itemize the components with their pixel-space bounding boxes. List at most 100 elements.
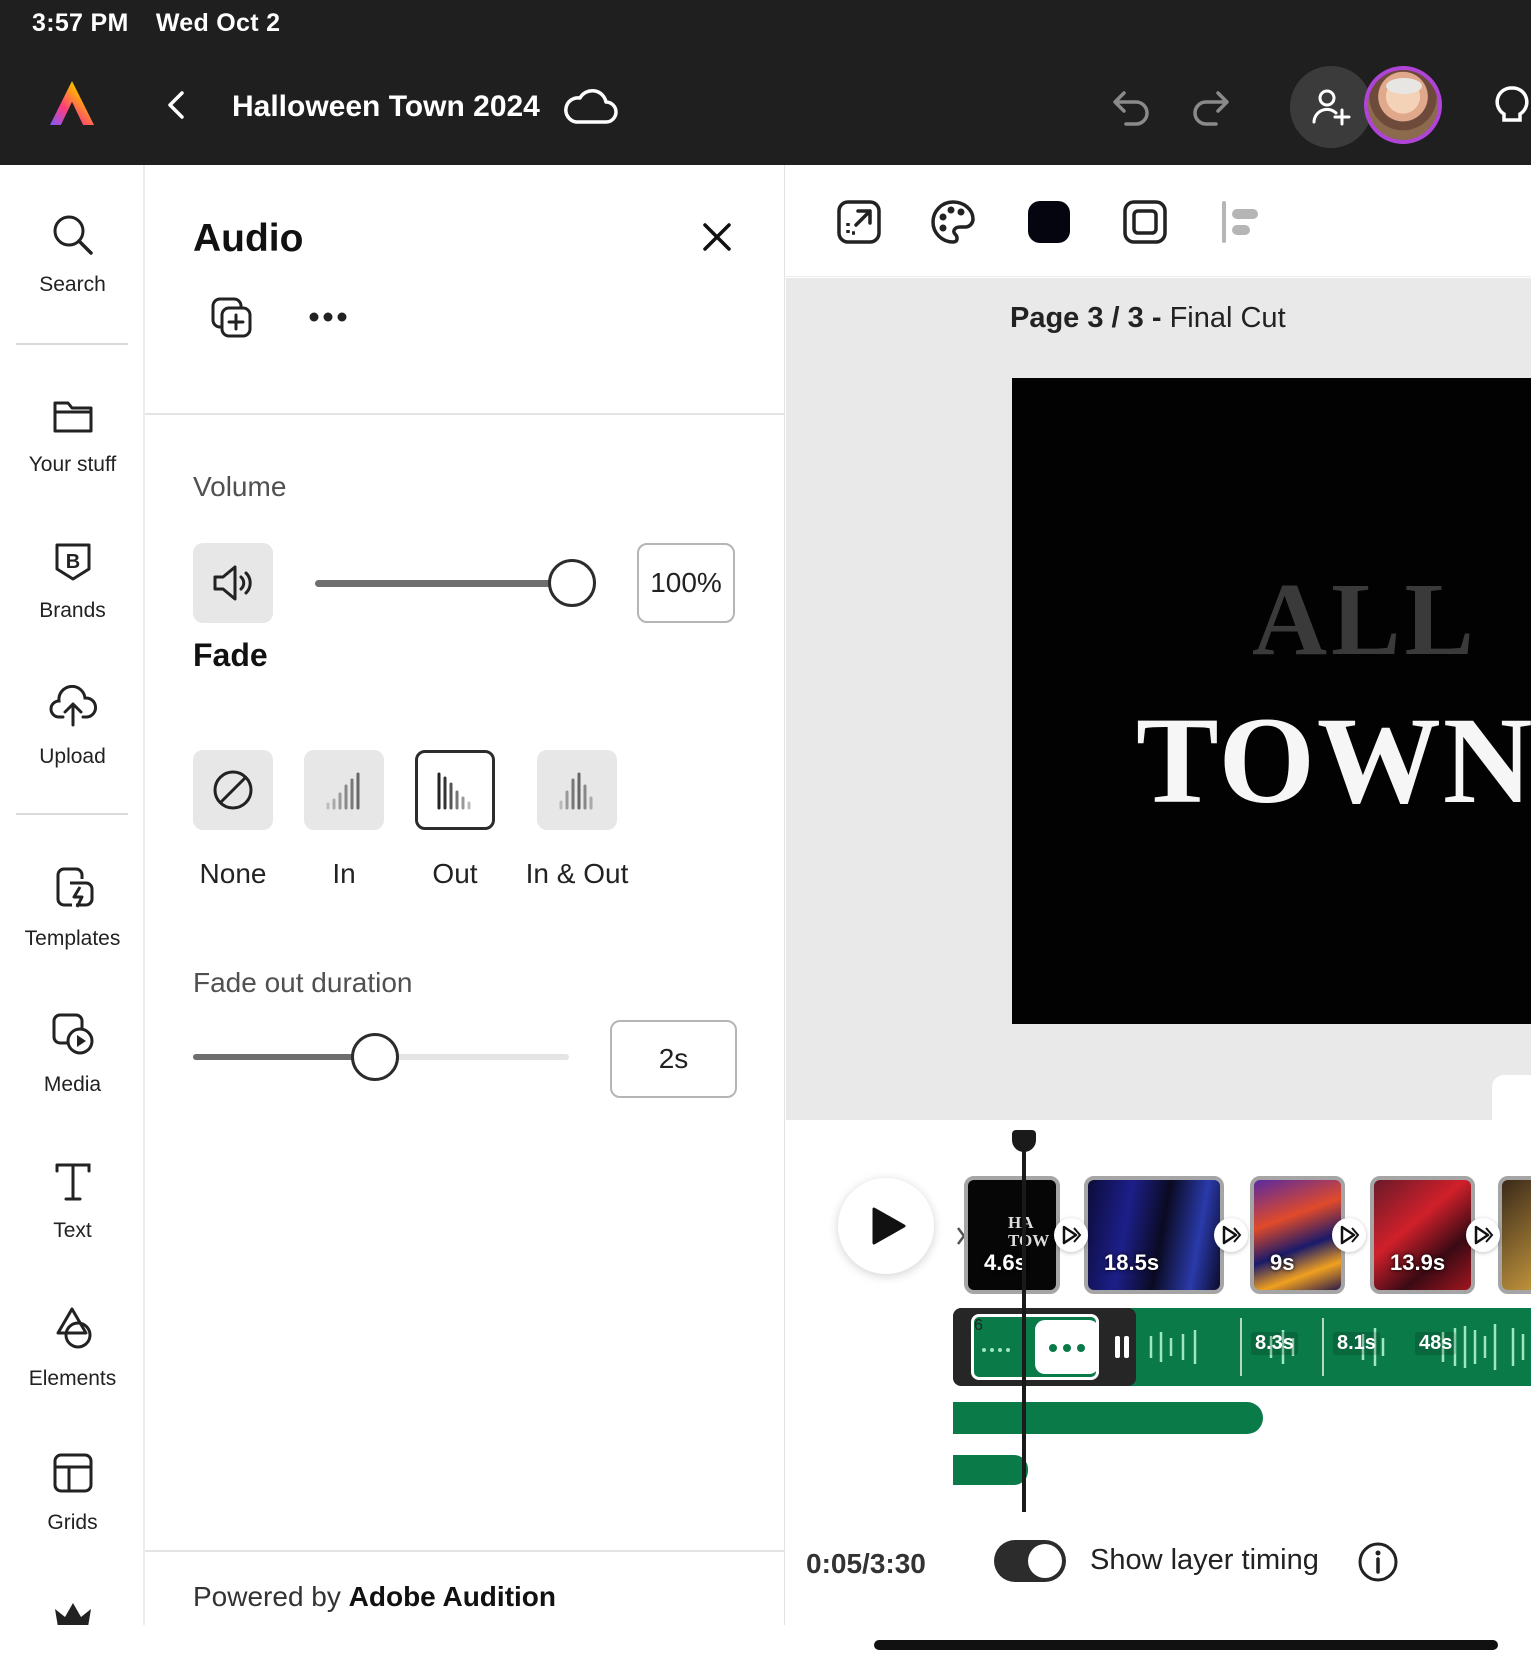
audio-waveform [982, 1348, 1010, 1352]
playhead-handle[interactable] [1012, 1130, 1036, 1152]
resize-icon[interactable] [834, 197, 884, 247]
svg-text:B: B [65, 551, 79, 573]
powered-by: Powered by Adobe Audition [193, 1581, 556, 1613]
rail-item-templates[interactable]: Templates [0, 865, 145, 951]
transition-button[interactable] [1214, 1218, 1248, 1252]
document-title[interactable]: Halloween Town 2024 [232, 90, 540, 124]
rail-divider [16, 813, 128, 815]
media-icon [52, 1013, 93, 1055]
transition-icon [1222, 1225, 1242, 1245]
rail-label: Search [39, 273, 106, 296]
fade-none-button[interactable] [193, 750, 273, 830]
fade-in-out-button[interactable] [537, 750, 617, 830]
selected-audio-clip[interactable]: 6 [953, 1308, 1136, 1386]
rail-item-brands[interactable]: B Brands [0, 539, 145, 623]
duplicate-icon[interactable] [209, 295, 255, 341]
align-left-icon[interactable] [1216, 197, 1266, 247]
home-indicator [874, 1640, 1498, 1650]
close-icon[interactable] [697, 217, 737, 257]
play-button[interactable] [838, 1178, 934, 1274]
audio-panel: Audio Volume 100% Fade None In Out In & … [145, 165, 785, 1625]
fade-option-in-and-out[interactable]: In & Out [526, 750, 628, 890]
rail-item-media[interactable]: Media [0, 1011, 145, 1097]
user-avatar[interactable] [1364, 66, 1442, 144]
rail-item-text[interactable]: Text [0, 1159, 145, 1243]
layer-timing-bar[interactable] [953, 1402, 1263, 1434]
status-time: 3:57 PM [32, 9, 129, 37]
fade-duration-field[interactable]: 2s [610, 1020, 737, 1098]
transition-button[interactable] [1054, 1218, 1088, 1252]
fade-heading: Fade [193, 637, 268, 673]
design-canvas[interactable]: ALL TOWN [1012, 378, 1531, 1024]
canvas-text-line2[interactable]: TOWN [1136, 690, 1531, 832]
redo-icon[interactable] [1188, 82, 1238, 132]
status-bar: 3:57 PM Wed Oct 2 [32, 9, 300, 38]
scene-clip-2[interactable]: 18.5s [1084, 1176, 1224, 1294]
transition-icon [1340, 1225, 1360, 1245]
volume-slider-track[interactable] [315, 580, 571, 587]
rail-item-your-stuff[interactable]: Your stuff [0, 393, 145, 477]
page-name: Final Cut [1169, 302, 1286, 334]
back-chevron-icon[interactable] [160, 88, 194, 122]
clip-end-marker[interactable] [1113, 1336, 1131, 1358]
undo-icon[interactable] [1104, 82, 1154, 132]
scene-clip-1[interactable]: HA TOW 4.6s [964, 1176, 1060, 1294]
rail-item-search[interactable]: Search [0, 213, 145, 297]
canvas-text-line1[interactable]: ALL [1252, 560, 1478, 679]
mute-button[interactable] [193, 543, 273, 623]
fade-out-button[interactable] [415, 750, 495, 830]
crown-icon [54, 1603, 91, 1625]
audio-segment-duration: 6 [974, 1317, 983, 1334]
clip-thumbnail-text: HA TOW [1008, 1213, 1050, 1250]
adobe-express-logo-icon[interactable] [46, 78, 98, 130]
fade-option-label: Out [432, 858, 478, 889]
rail-item-premium[interactable] [0, 1597, 145, 1625]
panel-footer-divider [145, 1550, 785, 1552]
show-layer-timing-toggle[interactable] [994, 1540, 1066, 1582]
transition-button[interactable] [1332, 1218, 1366, 1252]
scene-clip-3[interactable]: 9s [1250, 1176, 1345, 1294]
canvas-stage: Page 3 / 3 - Final Cut ALL TOWN [786, 278, 1531, 1120]
rail-item-elements[interactable]: Elements [0, 1305, 145, 1391]
volume-value-field[interactable]: 100% [637, 543, 735, 623]
fade-option-out[interactable]: Out [415, 750, 495, 890]
invite-user-button[interactable] [1290, 66, 1372, 148]
cloud-sync-icon[interactable] [562, 84, 618, 128]
audio-segment-duration: 8.1s [1333, 1332, 1380, 1355]
fade-duration-thumb[interactable] [351, 1033, 399, 1081]
background-color-swatch-icon[interactable] [1024, 197, 1074, 247]
upload-cloud-icon [49, 685, 97, 727]
info-icon[interactable] [1356, 1540, 1400, 1584]
clip-duration: 13.9s [1390, 1250, 1446, 1275]
fade-option-in[interactable]: In [304, 750, 384, 890]
elements-icon [56, 1307, 91, 1349]
lightbulb-icon[interactable] [1490, 84, 1531, 132]
transition-button[interactable] [1466, 1218, 1500, 1252]
clip-options-handle[interactable] [1035, 1320, 1099, 1374]
left-nav-rail: Search Your stuff B Brands Upload Templa… [0, 165, 145, 1625]
layer-timing-bar[interactable] [953, 1455, 1028, 1485]
frame-icon[interactable] [1120, 197, 1170, 247]
rail-label: Media [43, 1073, 102, 1096]
audio-clip[interactable]: 8.3s 8.1s 48s [1103, 1308, 1531, 1386]
grids-icon [53, 1453, 92, 1493]
canvas-toolbar [786, 165, 1531, 277]
more-options-icon[interactable] [305, 297, 351, 337]
rail-divider [16, 343, 128, 345]
audio-track: 8.3s 8.1s 48s 6 [953, 1308, 1531, 1386]
panel-title: Audio [193, 217, 304, 260]
page-indicator: Page 3 / 3 - Final Cut [1010, 302, 1286, 335]
rail-item-upload[interactable]: Upload [0, 685, 145, 769]
scene-clip-4[interactable]: 13.9s [1370, 1176, 1475, 1294]
fade-option-none[interactable]: None [193, 750, 273, 890]
audio-segment-duration: 8.3s [1251, 1332, 1298, 1355]
powered-brand: Adobe Audition [348, 1581, 557, 1612]
volume-label: Volume [193, 471, 287, 502]
scene-clip-5[interactable] [1498, 1176, 1531, 1294]
color-palette-icon[interactable] [928, 197, 978, 247]
volume-slider-thumb[interactable] [548, 559, 596, 607]
rail-item-grids[interactable]: Grids [0, 1451, 145, 1535]
fade-in-button[interactable] [304, 750, 384, 830]
side-panel-tab[interactable] [1492, 1075, 1531, 1121]
playhead[interactable] [1022, 1142, 1026, 1512]
